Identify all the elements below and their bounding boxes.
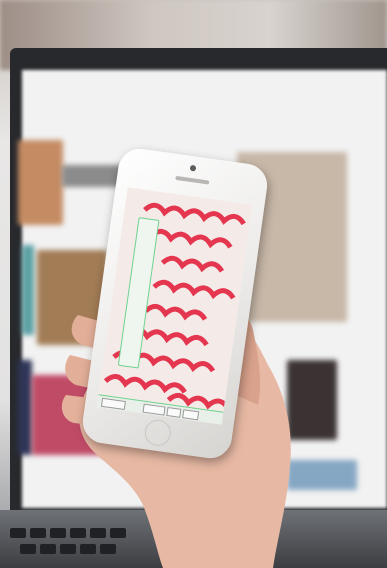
keyboard-key [20,544,36,554]
photo-scene [0,0,387,568]
tool-button[interactable] [130,294,147,296]
tool-button[interactable] [127,317,144,319]
bottom-button[interactable] [182,409,200,421]
bottom-button[interactable] [166,406,182,418]
screen-thumbnail [18,140,63,225]
tool-button[interactable] [140,222,157,224]
tool-button[interactable] [133,270,150,272]
keyboard-key [40,544,56,554]
screen-thumbnail [22,245,34,335]
tool-button[interactable] [123,341,140,343]
keyboard-key [10,528,26,538]
tool-button[interactable] [137,246,154,248]
keyboard-key [30,528,46,538]
screen-thumbnail [18,360,32,455]
bottom-button[interactable] [100,397,126,411]
bottom-button[interactable] [142,403,166,416]
